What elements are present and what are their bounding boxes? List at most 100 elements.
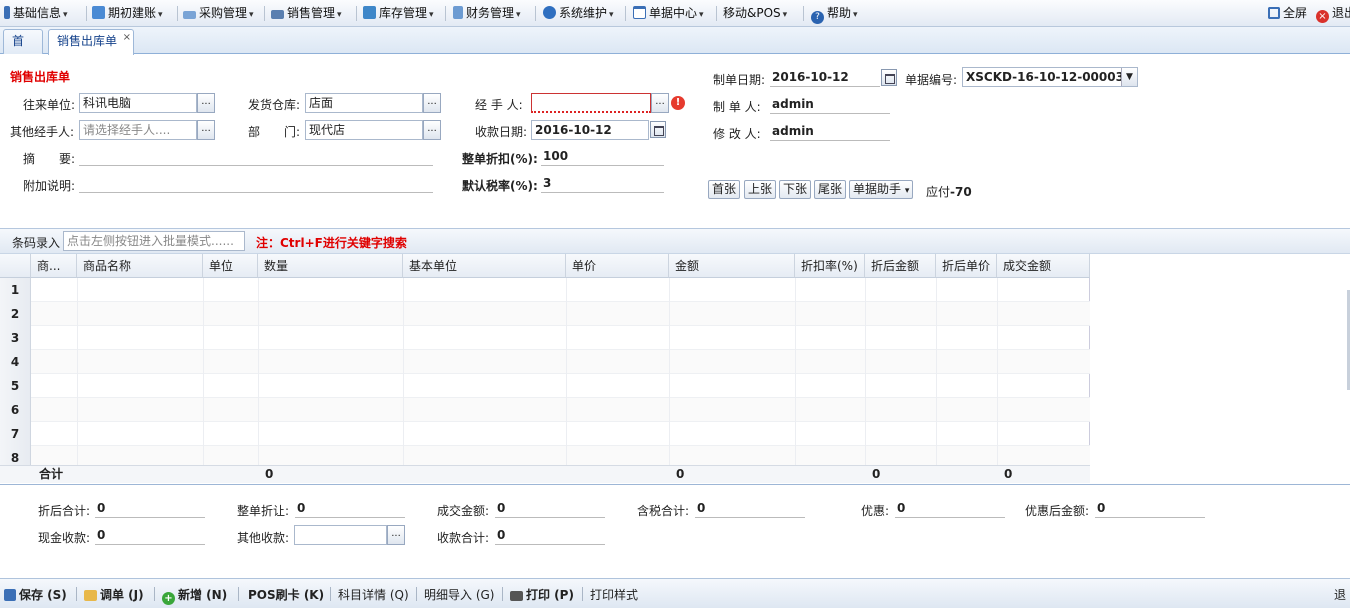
tab-home[interactable]: 首页 bbox=[3, 29, 43, 71]
calendar-icon[interactable] bbox=[650, 121, 666, 138]
prev-doc-button[interactable]: 上张 bbox=[744, 180, 777, 199]
menu-doc-center[interactable]: 单据中心 ▾ bbox=[633, 5, 704, 22]
document-icon bbox=[633, 6, 646, 19]
counterparty-input[interactable]: 科讯电脑 bbox=[79, 93, 197, 113]
receipt-date-input[interactable]: 2016-10-12 bbox=[531, 120, 649, 140]
menu-system[interactable]: 系统维护 ▾ bbox=[543, 5, 614, 22]
other-handler-picker-button[interactable]: ... bbox=[197, 120, 215, 140]
row-number: 5 bbox=[0, 374, 31, 398]
add-button[interactable]: + 新增 (N) bbox=[162, 586, 227, 605]
print-button[interactable]: 打印 (P) bbox=[510, 586, 574, 603]
other-receipt-picker-button[interactable]: ... bbox=[387, 525, 405, 545]
main-menu-bar: 基础信息 ▾ 期初建账 ▾ 采购管理 ▾ 销售管理 ▾ 库存管理 ▾ 财务管理 ▾ 系统维护… bbox=[0, 0, 1350, 27]
error-icon: ! bbox=[671, 96, 685, 110]
tab-close-icon[interactable]: × bbox=[123, 26, 131, 49]
modifier-label: 修 改 人: bbox=[713, 127, 761, 141]
doc-date-calendar-icon[interactable] bbox=[881, 69, 897, 86]
barcode-label[interactable]: 条码录入 bbox=[12, 234, 60, 251]
table-row[interactable]: 6 bbox=[0, 398, 1090, 422]
menu-finance[interactable]: 财务管理 ▾ bbox=[453, 5, 521, 22]
table-row[interactable]: 1 bbox=[0, 278, 1090, 302]
promo-input[interactable]: 0 bbox=[895, 500, 1005, 518]
detail-import-button[interactable]: 明细导入 (G) bbox=[424, 586, 494, 603]
counterparty-picker-button[interactable]: ... bbox=[197, 93, 215, 113]
cash-input[interactable]: 0 bbox=[95, 527, 205, 545]
tax-rate-input[interactable]: 3 bbox=[541, 175, 664, 193]
column-header[interactable]: 基本单位 bbox=[403, 254, 566, 278]
menu-basic-info[interactable]: 基础信息 ▾ bbox=[4, 5, 68, 22]
warehouse-picker-button[interactable]: ... bbox=[423, 93, 441, 113]
doc-helper-button[interactable]: 单据助手 ▾ bbox=[849, 180, 914, 199]
exit-button[interactable]: ×退出 bbox=[1316, 5, 1350, 23]
table-row[interactable]: 8 bbox=[0, 446, 1090, 466]
totals-panel: 折后合计: 0 整单折让: 0 成交金额: 0 含税合计: 0 优惠: 0 优惠… bbox=[0, 484, 1350, 576]
column-header[interactable]: 数量 bbox=[258, 254, 403, 278]
table-row[interactable]: 5 bbox=[0, 374, 1090, 398]
last-doc-button[interactable]: 尾张 bbox=[814, 180, 847, 199]
folder-icon bbox=[84, 590, 97, 601]
note-input[interactable] bbox=[79, 175, 433, 193]
table-row[interactable]: 7 bbox=[0, 422, 1090, 446]
printer-icon bbox=[510, 591, 523, 601]
barcode-input[interactable]: 点击左侧按钮进入批量模式...... bbox=[63, 231, 245, 251]
table-row[interactable]: 2 bbox=[0, 302, 1090, 326]
summary-label: 摘 要: bbox=[23, 152, 76, 166]
menu-purchase[interactable]: 采购管理 ▾ bbox=[183, 5, 254, 22]
whole-disc-input[interactable]: 0 bbox=[295, 500, 405, 518]
pos-card-button[interactable]: POS刷卡 (K) bbox=[248, 586, 324, 603]
handler-picker-button[interactable]: ... bbox=[651, 93, 669, 113]
handler-label: 经 手 人: bbox=[475, 98, 523, 112]
other-handler-input[interactable]: 请选择经手人.... bbox=[79, 120, 197, 140]
column-header[interactable]: 商... bbox=[31, 254, 77, 278]
warehouse-icon bbox=[363, 6, 376, 19]
column-header[interactable]: 金额 bbox=[669, 254, 795, 278]
tab-bar: 首页 销售出库单× bbox=[0, 27, 1350, 71]
menu-opening[interactable]: 期初建账 ▾ bbox=[92, 5, 163, 22]
first-doc-button[interactable]: 首张 bbox=[708, 180, 741, 199]
discount-input[interactable]: 100 bbox=[541, 148, 664, 166]
dept-picker-button[interactable]: ... bbox=[423, 120, 441, 140]
subject-detail-button[interactable]: 科目详情 (Q) bbox=[338, 586, 409, 603]
dept-input[interactable]: 现代店 bbox=[305, 120, 423, 140]
chevron-down-icon[interactable]: ▼ bbox=[1121, 68, 1137, 86]
menu-sales[interactable]: 销售管理 ▾ bbox=[271, 5, 342, 22]
save-button[interactable]: 保存 (S) bbox=[4, 586, 67, 603]
column-header[interactable]: 折扣率(%) bbox=[795, 254, 865, 278]
table-row[interactable]: 3 bbox=[0, 326, 1090, 350]
next-doc-button[interactable]: 下张 bbox=[779, 180, 812, 199]
receipt-date-label: 收款日期: bbox=[475, 125, 528, 139]
fullscreen-button[interactable]: 全屏 bbox=[1268, 5, 1307, 22]
tab-sales-outbound[interactable]: 销售出库单 × bbox=[48, 29, 134, 55]
other-receipt-label: 其他收款: bbox=[237, 531, 290, 545]
doc-date-input[interactable]: 2016-10-12 bbox=[770, 69, 880, 87]
row-number: 2 bbox=[0, 302, 31, 326]
after-disc-label: 折后合计: bbox=[38, 504, 91, 518]
column-header[interactable]: 折后金额 bbox=[865, 254, 936, 278]
other-handler-label: 其他经手人: bbox=[10, 125, 75, 139]
handler-input[interactable] bbox=[531, 93, 651, 113]
note-label: 附加说明: bbox=[23, 179, 76, 193]
summary-input[interactable] bbox=[79, 148, 433, 166]
plus-circle-icon: + bbox=[162, 592, 175, 605]
print-style-button[interactable]: 打印样式 bbox=[590, 586, 638, 603]
table-row[interactable]: 4 bbox=[0, 350, 1090, 374]
exit-form-button[interactable]: 退 bbox=[1334, 586, 1346, 603]
menu-help[interactable]: ? 帮助 ▾ bbox=[811, 5, 858, 24]
load-doc-button[interactable]: 调单 (J) bbox=[84, 586, 144, 603]
column-header[interactable]: 折后单价 bbox=[936, 254, 997, 278]
save-icon bbox=[4, 589, 16, 601]
tax-rate-label: 默认税率(%): bbox=[462, 179, 538, 193]
column-header[interactable]: 商品名称 bbox=[77, 254, 203, 278]
doc-no-select[interactable]: XSCKD-16-10-12-00003 ▼ bbox=[962, 67, 1138, 87]
column-header[interactable]: 单位 bbox=[203, 254, 258, 278]
column-header[interactable]: 成交金额 bbox=[997, 254, 1090, 278]
column-header[interactable]: 单价 bbox=[566, 254, 669, 278]
warehouse-input[interactable]: 店面 bbox=[305, 93, 423, 113]
other-receipt-input[interactable] bbox=[294, 525, 387, 545]
warehouse-label: 发货仓库: bbox=[248, 98, 301, 112]
row-number: 3 bbox=[0, 326, 31, 350]
menu-inventory[interactable]: 库存管理 ▾ bbox=[363, 5, 434, 22]
after-promo-label: 优惠后金额: bbox=[1025, 504, 1090, 518]
menu-mobile-pos[interactable]: 移动&POS ▾ bbox=[723, 5, 787, 22]
ledger-icon bbox=[92, 6, 105, 19]
